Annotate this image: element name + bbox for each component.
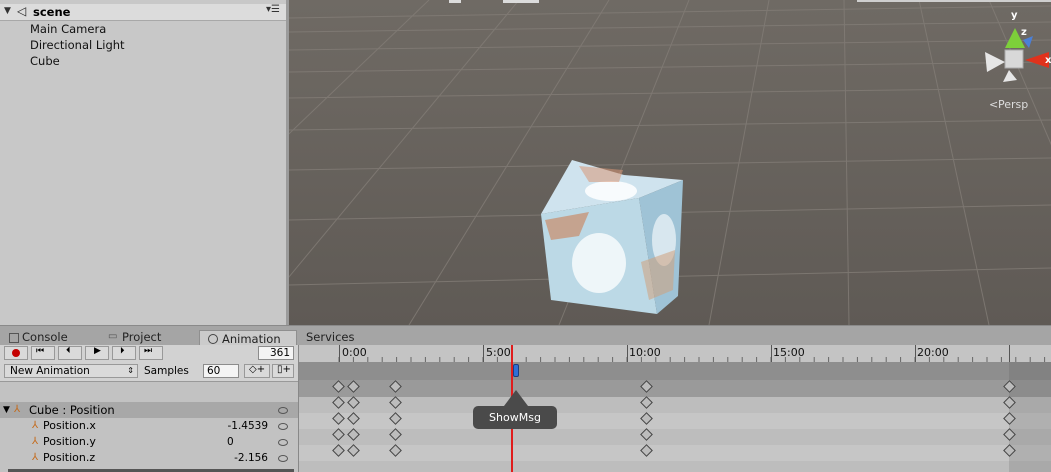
property-toggle-icon[interactable] bbox=[278, 455, 288, 462]
bottom-panel: Console ▭ Project Animation Services ⏮ ⏴… bbox=[0, 325, 1051, 472]
tab-project-label: Project bbox=[122, 330, 162, 344]
tab-animation-label: Animation bbox=[222, 332, 281, 346]
major-tick bbox=[1009, 345, 1010, 362]
property-toggle-icon[interactable] bbox=[278, 423, 288, 430]
record-button[interactable] bbox=[4, 346, 28, 360]
track-z[interactable] bbox=[299, 445, 1051, 461]
persp-label[interactable]: Persp bbox=[998, 98, 1028, 111]
group-expand-icon[interactable]: ▼ bbox=[3, 402, 10, 418]
hierarchy-item-directional-light[interactable]: Directional Light bbox=[30, 38, 125, 52]
summary-track[interactable] bbox=[299, 380, 1051, 397]
add-keyframe-icon: ◇+ bbox=[249, 364, 266, 375]
ruler-label: 0:00 bbox=[342, 346, 367, 359]
property-row-y[interactable]: ⅄ Position.y 0 bbox=[0, 434, 298, 450]
clip-toolbar: New Animation ⇕ Samples 60 ◇+ ▯+ bbox=[0, 363, 298, 382]
playback-toolbar: ⏮ ⏴ ▶ ⏵ ⏭ 361 bbox=[0, 345, 298, 364]
tab-services[interactable]: Services bbox=[283, 329, 363, 346]
frame-field[interactable]: 361 bbox=[258, 346, 294, 360]
tab-console-label: Console bbox=[22, 330, 68, 344]
major-tick bbox=[915, 345, 916, 362]
samples-label: Samples bbox=[144, 365, 189, 377]
add-keyframe-button[interactable]: ◇+ bbox=[244, 364, 270, 378]
property-value[interactable]: 0 bbox=[227, 434, 234, 450]
time-ruler[interactable]: 0:00 5:00 10:00 15:00 20:00 bbox=[299, 345, 1051, 363]
gizmo-z-label: z bbox=[1021, 27, 1027, 38]
last-key-icon: ⏭ bbox=[144, 346, 153, 356]
prev-key-icon: ⏴ bbox=[66, 346, 71, 356]
animation-controls: ⏮ ⏴ ▶ ⏵ ⏭ 361 New Animation ⇕ Samples 60… bbox=[0, 345, 299, 472]
play-icon: ▶ bbox=[94, 346, 101, 356]
property-value[interactable]: -2.156 bbox=[234, 450, 268, 466]
tab-console[interactable]: Console bbox=[0, 329, 100, 346]
ruler-label: 10:00 bbox=[629, 346, 661, 359]
clip-name: New Animation bbox=[10, 365, 90, 377]
first-key-icon: ⏮ bbox=[36, 346, 45, 356]
tooltip-arrow bbox=[504, 390, 528, 406]
record-icon bbox=[12, 349, 20, 357]
property-toggle-icon[interactable] bbox=[278, 439, 288, 446]
ruler-label: 15:00 bbox=[773, 346, 805, 359]
console-icon bbox=[9, 333, 19, 343]
persp-back-icon: < bbox=[989, 98, 999, 111]
property-name: Position.y bbox=[43, 435, 96, 448]
tab-project[interactable]: ▭ Project bbox=[100, 329, 198, 346]
gizmo-y-label: y bbox=[1011, 10, 1018, 21]
add-event-button[interactable]: ▯+ bbox=[272, 364, 294, 378]
tab-services-label: Services bbox=[306, 330, 355, 344]
clip-dropdown[interactable]: New Animation ⇕ bbox=[4, 364, 138, 378]
track-x[interactable] bbox=[299, 413, 1051, 429]
expand-arrow-icon[interactable]: ▼ bbox=[4, 6, 11, 16]
play-button[interactable]: ▶ bbox=[85, 346, 109, 360]
property-row-z[interactable]: ⅄ Position.z -2.156 bbox=[0, 450, 298, 466]
hierarchy-item-main-camera[interactable]: Main Camera bbox=[30, 22, 106, 36]
ruler-label: 20:00 bbox=[917, 346, 949, 359]
unity-logo-icon: ◁ bbox=[17, 4, 27, 18]
hierarchy-item-cube[interactable]: Cube bbox=[30, 54, 60, 68]
folder-icon: ▭ bbox=[108, 331, 118, 342]
scene-menu-icon[interactable]: ▾☰ bbox=[266, 4, 280, 15]
track-y[interactable] bbox=[299, 429, 1051, 445]
next-keyframe-button[interactable]: ⏵ bbox=[112, 346, 136, 360]
event-tooltip: ShowMsg bbox=[473, 406, 557, 429]
gizmo-x-label: x bbox=[1045, 55, 1051, 66]
property-row-x[interactable]: ⅄ Position.x -1.4539 bbox=[0, 418, 298, 434]
cube-object[interactable] bbox=[541, 160, 683, 314]
animation-timeline[interactable]: 0:00 5:00 10:00 15:00 20:00 ShowMsg bbox=[299, 345, 1051, 472]
transform-icon: ⅄ bbox=[32, 452, 39, 463]
property-group-row[interactable]: ▼ ⅄ Cube : Position bbox=[0, 402, 298, 418]
scene-grid bbox=[289, 0, 1051, 325]
add-event-icon: ▯+ bbox=[277, 364, 291, 375]
major-tick bbox=[483, 345, 484, 362]
property-group-label: Cube : Position bbox=[29, 403, 115, 417]
last-keyframe-button[interactable]: ⏭ bbox=[139, 346, 163, 360]
first-keyframe-button[interactable]: ⏮ bbox=[31, 346, 55, 360]
transform-icon: ⅄ bbox=[14, 404, 21, 415]
property-name: Position.x bbox=[43, 419, 96, 432]
prev-keyframe-button[interactable]: ⏴ bbox=[58, 346, 82, 360]
track-empty bbox=[299, 461, 1051, 472]
animation-event-marker[interactable] bbox=[513, 364, 519, 377]
property-name: Position.z bbox=[43, 451, 96, 464]
property-value[interactable]: -1.4539 bbox=[227, 418, 268, 434]
hierarchy-panel: ▼ ◁ scene ▾☰ Main Camera Directional Lig… bbox=[0, 0, 288, 325]
major-tick bbox=[339, 345, 340, 362]
scene-view[interactable]: y z x < Persp bbox=[289, 0, 1051, 325]
transform-icon: ⅄ bbox=[32, 436, 39, 447]
event-track[interactable] bbox=[299, 362, 1051, 380]
tab-bar: Console ▭ Project Animation Services bbox=[0, 325, 1051, 347]
ruler-label: 5:00 bbox=[486, 346, 511, 359]
scene-name: scene bbox=[33, 5, 71, 19]
clock-icon bbox=[208, 334, 218, 344]
major-tick bbox=[771, 345, 772, 362]
dropdown-arrow-icon: ⇕ bbox=[127, 366, 134, 375]
transform-icon: ⅄ bbox=[32, 420, 39, 431]
samples-field[interactable]: 60 bbox=[203, 364, 239, 378]
group-toggle-icon[interactable] bbox=[278, 407, 288, 414]
major-tick bbox=[627, 345, 628, 362]
scene-header[interactable]: ▼ ◁ scene ▾☰ bbox=[0, 4, 286, 21]
group-track[interactable] bbox=[299, 397, 1051, 413]
next-key-icon: ⏵ bbox=[120, 346, 125, 356]
